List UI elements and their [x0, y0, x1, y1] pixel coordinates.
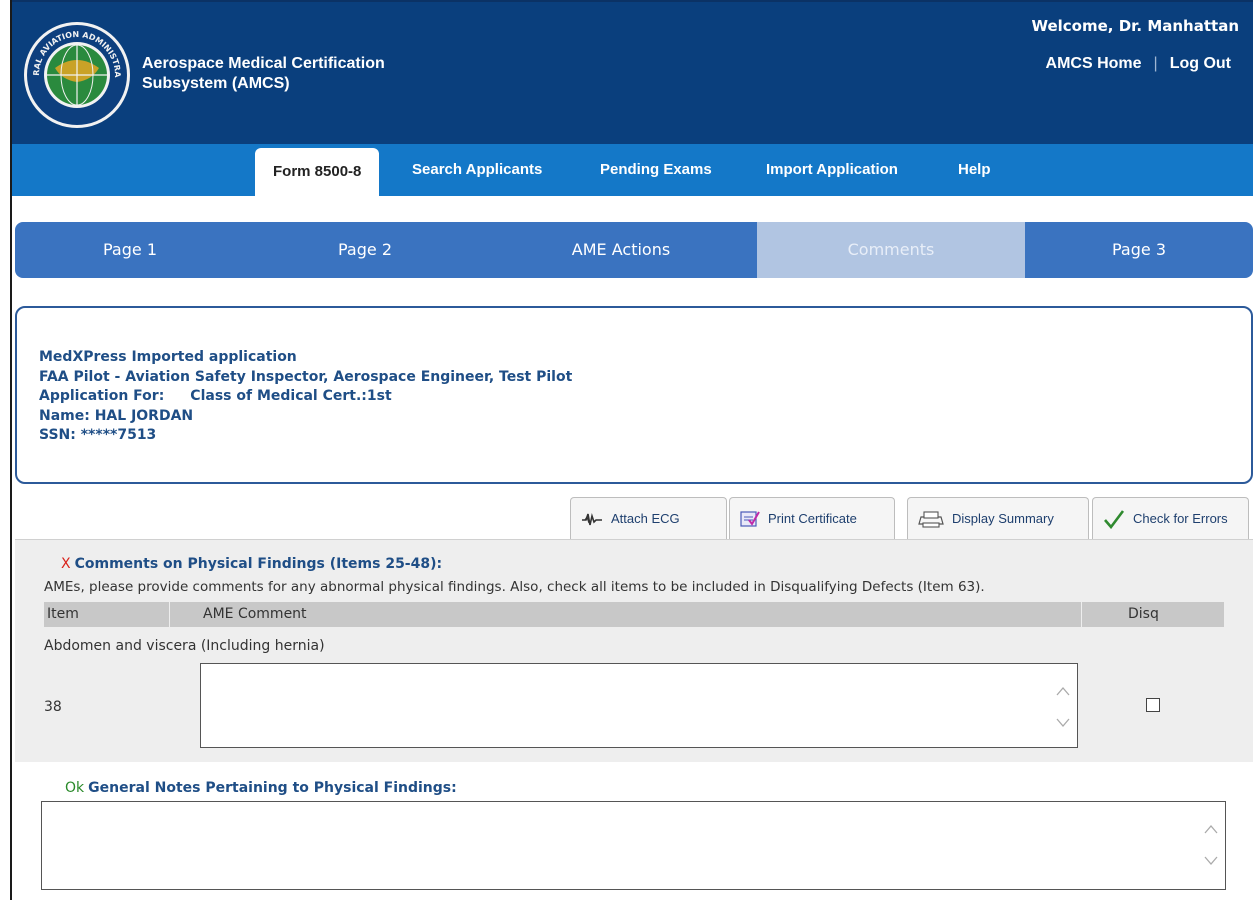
physical-findings-heading: X Comments on Physical Findings (Items 25…: [61, 556, 442, 572]
general-notes-title: General Notes Pertaining to Physical Fin…: [88, 780, 457, 796]
ok-status-mark: Ok: [65, 780, 85, 796]
application-for-label: Application For:: [39, 388, 165, 404]
tab-help[interactable]: Help: [958, 144, 991, 196]
welcome-message: Welcome, Dr. Manhattan: [1031, 17, 1239, 35]
general-notes-textarea[interactable]: [41, 801, 1226, 890]
display-summary-label: Display Summary: [952, 511, 1054, 526]
finding-item-number: 38: [44, 699, 62, 715]
printer-icon: [918, 510, 944, 528]
general-notes-heading: Ok General Notes Pertaining to Physical F…: [65, 780, 457, 796]
check-for-errors-label: Check for Errors: [1133, 511, 1228, 526]
column-header-disq: Disq: [1128, 606, 1159, 622]
ecg-icon: [582, 512, 602, 525]
app-frame: FEDERAL AVIATION ADMINISTRATION Aerospac…: [10, 0, 1253, 900]
tab-import-application[interactable]: Import Application: [766, 144, 898, 196]
tab-pending-exams[interactable]: Pending Exams: [600, 144, 712, 196]
notes-scroll-arrows-icon[interactable]: [1203, 822, 1219, 868]
print-certificate-icon: [740, 510, 760, 527]
column-header-item: Item: [47, 606, 79, 622]
app-title-line2: Subsystem (AMCS): [142, 75, 290, 92]
app-title: Aerospace Medical Certification Subsyste…: [142, 54, 472, 94]
check-for-errors-button[interactable]: Check for Errors: [1092, 497, 1249, 539]
tab-form-8500-8[interactable]: Form 8500-8: [255, 148, 380, 196]
log-out-link[interactable]: Log Out: [1170, 55, 1231, 72]
print-certificate-label: Print Certificate: [768, 511, 857, 526]
ame-comment-textarea[interactable]: [200, 663, 1078, 748]
findings-table-header: Item AME Comment Disq: [44, 602, 1224, 627]
site-header: FEDERAL AVIATION ADMINISTRATION Aerospac…: [12, 0, 1253, 144]
physical-findings-instructions: AMEs, please provide comments for any ab…: [44, 579, 985, 595]
page-tab-page-3[interactable]: Page 3: [1025, 222, 1253, 278]
column-divider: [169, 602, 170, 627]
error-status-mark: X: [61, 556, 71, 572]
applicant-info-box: MedXPress Imported application FAA Pilot…: [15, 306, 1253, 484]
display-summary-button[interactable]: Display Summary: [907, 497, 1089, 539]
tab-search-applicants[interactable]: Search Applicants: [412, 144, 542, 196]
page-tab-comments[interactable]: Comments: [757, 222, 1025, 278]
faa-seal-logo: FEDERAL AVIATION ADMINISTRATION: [22, 20, 130, 128]
attach-ecg-label: Attach ECG: [611, 511, 680, 526]
print-certificate-button[interactable]: Print Certificate: [729, 497, 895, 539]
top-links: AMCS Home | Log Out: [1046, 55, 1231, 73]
page-tab-ame-actions[interactable]: AME Actions: [485, 222, 757, 278]
amcs-home-link[interactable]: AMCS Home: [1046, 55, 1142, 72]
link-separator: |: [1153, 55, 1158, 72]
applicant-ssn: SSN: *****7513: [39, 427, 157, 443]
applicant-occupation: FAA Pilot - Aviation Safety Inspector, A…: [39, 368, 573, 385]
page-tab-page-1[interactable]: Page 1: [15, 222, 245, 278]
page-navigation: Page 1 Page 2 AME Actions Comments Page …: [15, 222, 1253, 278]
physical-findings-panel: X Comments on Physical Findings (Items 25…: [15, 539, 1253, 762]
textarea-scroll-arrows-icon[interactable]: [1055, 684, 1071, 730]
medical-class: Class of Medical Cert.:1st: [190, 388, 392, 404]
page-tab-page-2[interactable]: Page 2: [245, 222, 485, 278]
column-header-ame-comment: AME Comment: [203, 606, 307, 622]
checkmark-icon: [1104, 509, 1125, 529]
application-for: Application For: Class of Medical Cert.:1…: [39, 387, 1251, 407]
main-tab-bar: Form 8500-8 Search Applicants Pending Ex…: [12, 144, 1253, 196]
application-source: MedXPress Imported application: [39, 349, 297, 365]
applicant-name: Name: HAL JORDAN: [39, 407, 194, 424]
attach-ecg-button[interactable]: Attach ECG: [570, 497, 727, 539]
app-title-line1: Aerospace Medical Certification: [142, 55, 385, 72]
disq-checkbox[interactable]: [1146, 698, 1160, 712]
physical-findings-title: Comments on Physical Findings (Items 25-…: [74, 556, 443, 572]
finding-row-label: Abdomen and viscera (Including hernia): [44, 638, 325, 654]
column-divider: [1081, 602, 1082, 627]
